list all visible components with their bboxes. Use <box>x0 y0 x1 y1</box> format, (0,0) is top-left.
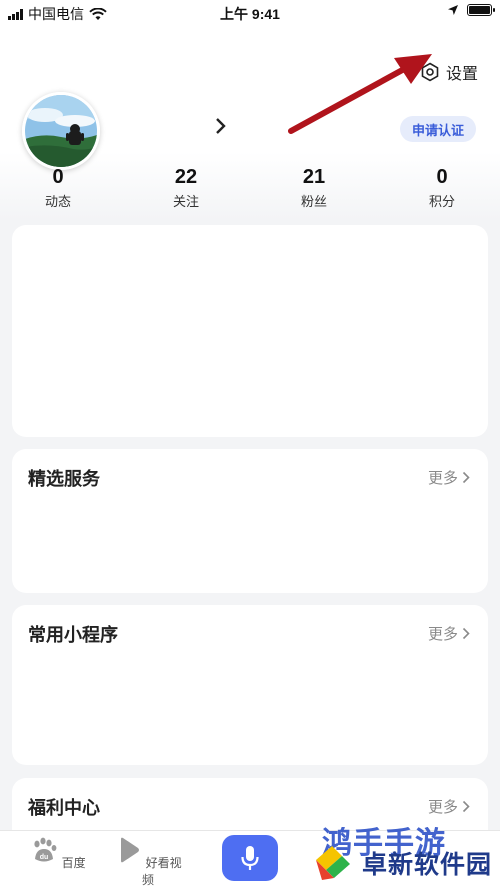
welfare-center-more-link[interactable]: 更多 <box>428 796 470 817</box>
profile-chevron-icon[interactable] <box>214 116 228 136</box>
apply-certification-button[interactable]: 申请认证 <box>400 116 476 142</box>
location-arrow-icon <box>448 5 458 15</box>
mini-programs-title: 常用小程序 <box>28 625 118 645</box>
baidu-paw-icon: du <box>34 837 57 862</box>
microphone-icon <box>241 846 259 870</box>
mini-programs-more-link[interactable]: 更多 <box>428 623 470 644</box>
stat-value: 21 <box>302 166 326 188</box>
more-label: 更多 <box>427 626 458 643</box>
blank-card <box>12 225 488 437</box>
settings-icon <box>421 62 439 82</box>
featured-services-card: 精选服务 更多 <box>12 449 488 593</box>
stat-value: 0 <box>436 166 448 188</box>
stat-dynamics[interactable]: 0 动态 <box>13 166 103 210</box>
welfare-center-title: 福利中心 <box>28 798 100 818</box>
nav-home-label: 百度 <box>61 856 86 870</box>
stat-following[interactable]: 22 关注 <box>141 166 231 210</box>
avatar-image <box>25 95 97 167</box>
battery-level <box>469 6 490 14</box>
status-time: 上午 9:41 <box>220 6 280 22</box>
more-label: 更多 <box>427 799 458 816</box>
watermark: 卓新软件园 <box>312 842 492 884</box>
play-icon <box>121 837 140 863</box>
settings-label: 设置 <box>446 66 479 83</box>
stat-value: 22 <box>174 166 198 188</box>
nav-video[interactable]: 好看视频 <box>113 837 183 888</box>
nav-home[interactable]: du 百度 <box>23 837 93 871</box>
nav-video-label: 好看视频 <box>141 856 182 887</box>
stat-label: 粉丝 <box>300 194 327 209</box>
voice-search-button[interactable] <box>222 835 278 881</box>
more-label: 更多 <box>427 470 458 487</box>
mini-programs-card: 常用小程序 更多 <box>12 605 488 765</box>
stat-label: 关注 <box>172 194 199 209</box>
stat-value: 0 <box>52 166 64 188</box>
featured-services-more-link[interactable]: 更多 <box>428 467 470 488</box>
chevron-right-icon <box>462 800 470 813</box>
stat-fans[interactable]: 21 粉丝 <box>269 166 359 210</box>
battery-icon <box>467 4 495 16</box>
stat-label: 动态 <box>44 194 71 209</box>
svg-text:du: du <box>40 854 49 861</box>
settings-button[interactable]: 设置 <box>420 60 478 84</box>
stat-label: 积分 <box>428 194 455 209</box>
stat-points[interactable]: 0 积分 <box>397 166 487 210</box>
avatar[interactable] <box>22 92 100 170</box>
watermark-logo-icon <box>316 846 350 880</box>
chevron-right-icon <box>462 471 470 484</box>
status-right <box>447 4 495 16</box>
watermark-brand-text: 卓新软件园 <box>362 851 493 879</box>
stats-row: 0 动态 22 关注 21 粉丝 0 积分 <box>0 166 500 212</box>
chevron-right-icon <box>462 627 470 640</box>
status-bar: 中国电信 上午 9:41 <box>0 0 500 26</box>
featured-services-title: 精选服务 <box>28 469 100 489</box>
